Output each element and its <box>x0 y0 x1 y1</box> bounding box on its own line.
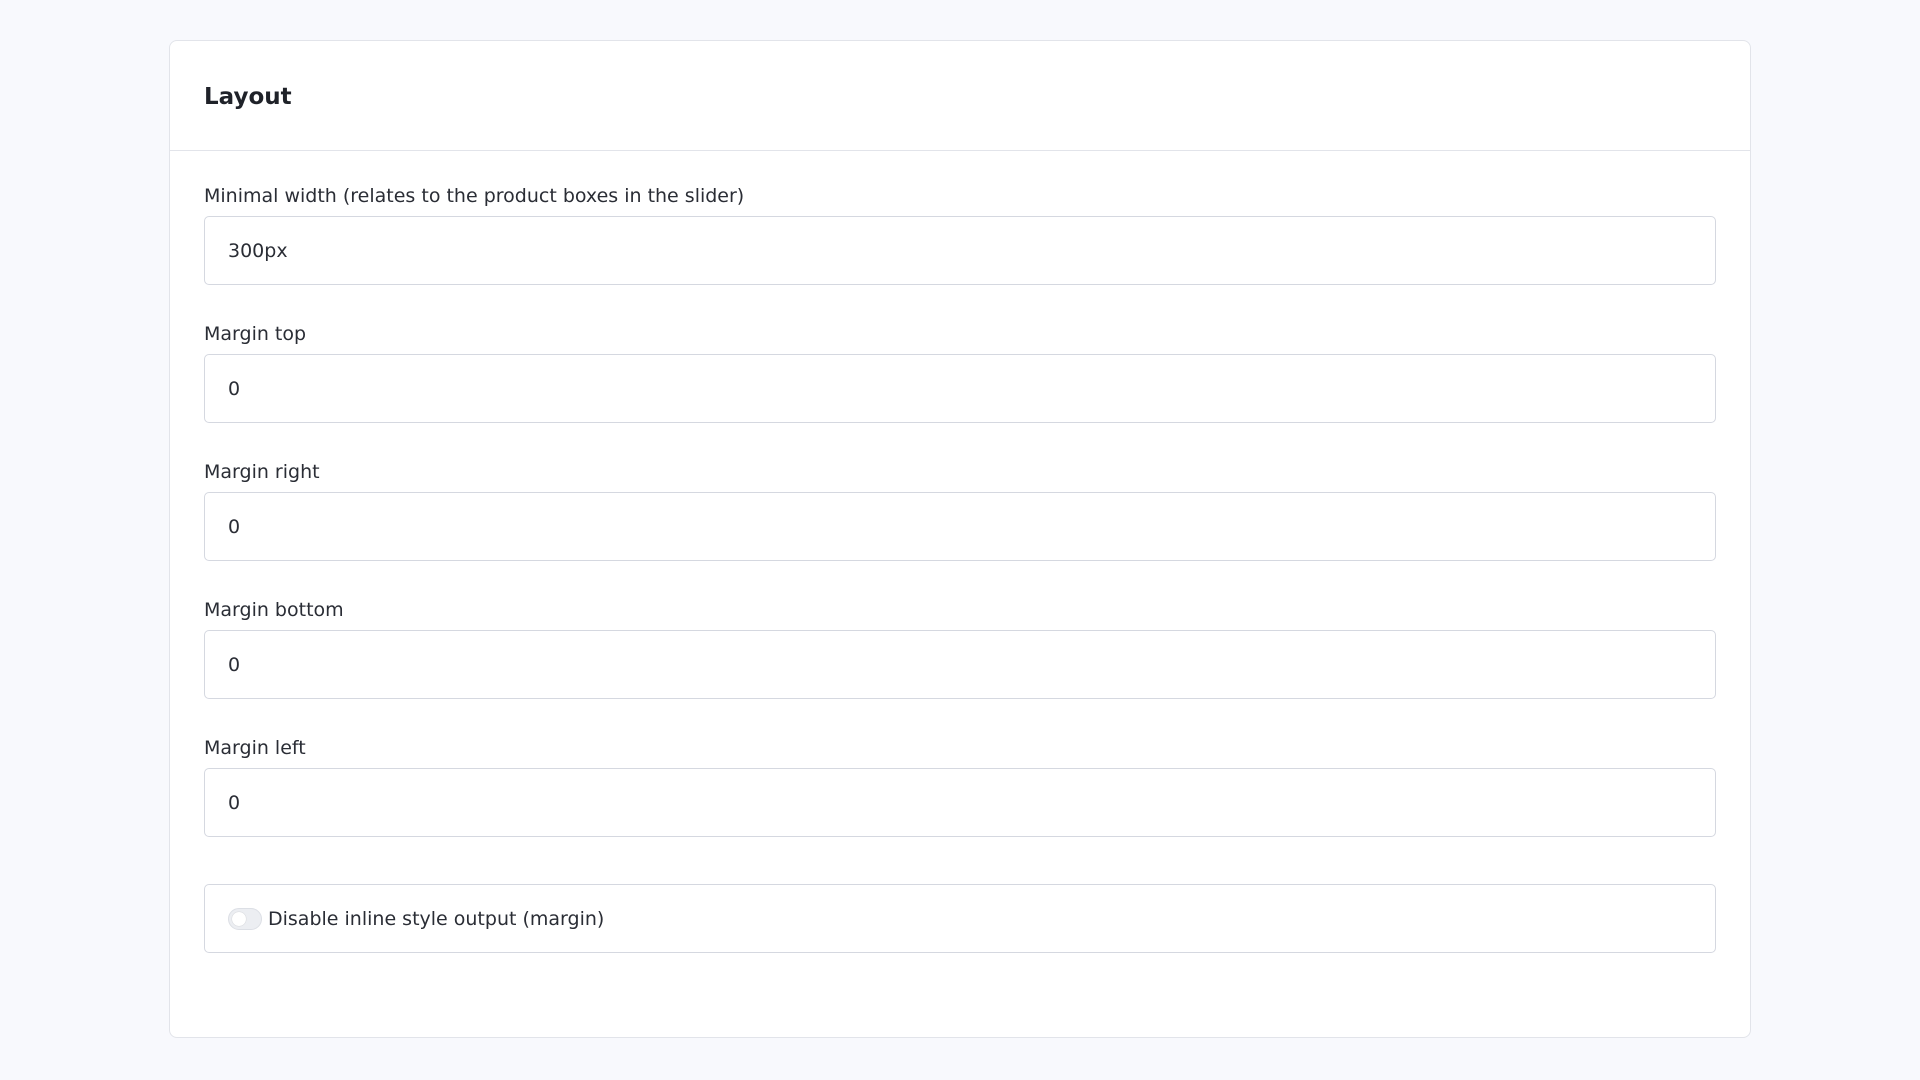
margin-right-label: Margin right <box>204 461 320 483</box>
margin-left-label: Margin left <box>204 737 306 759</box>
margin-bottom-input[interactable] <box>204 630 1716 699</box>
disable-inline-style-label: Disable inline style output (margin) <box>268 907 605 930</box>
margin-top-label: Margin top <box>204 323 307 345</box>
disable-inline-style-toggle[interactable] <box>228 907 262 930</box>
min-width-field: Minimal width (relates to the product bo… <box>204 185 1716 285</box>
toggle-knob <box>232 911 246 926</box>
margin-top-field: Margin top <box>204 323 1716 423</box>
panel-body: Minimal width (relates to the product bo… <box>170 151 1750 953</box>
margin-right-field: Margin right <box>204 461 1716 561</box>
margin-bottom-field: Margin bottom <box>204 599 1716 699</box>
panel-title: Layout <box>204 83 292 110</box>
margin-left-field: Margin left <box>204 737 1716 837</box>
min-width-input[interactable] <box>204 216 1716 285</box>
layout-panel: Layout Minimal width (relates to the pro… <box>169 40 1751 1038</box>
min-width-label: Minimal width (relates to the product bo… <box>204 185 745 207</box>
disable-inline-style-row: Disable inline style output (margin) <box>204 884 1716 953</box>
margin-top-input[interactable] <box>204 354 1716 423</box>
margin-bottom-label: Margin bottom <box>204 599 344 621</box>
margin-right-input[interactable] <box>204 492 1716 561</box>
margin-left-input[interactable] <box>204 768 1716 837</box>
panel-header: Layout <box>170 41 1750 151</box>
